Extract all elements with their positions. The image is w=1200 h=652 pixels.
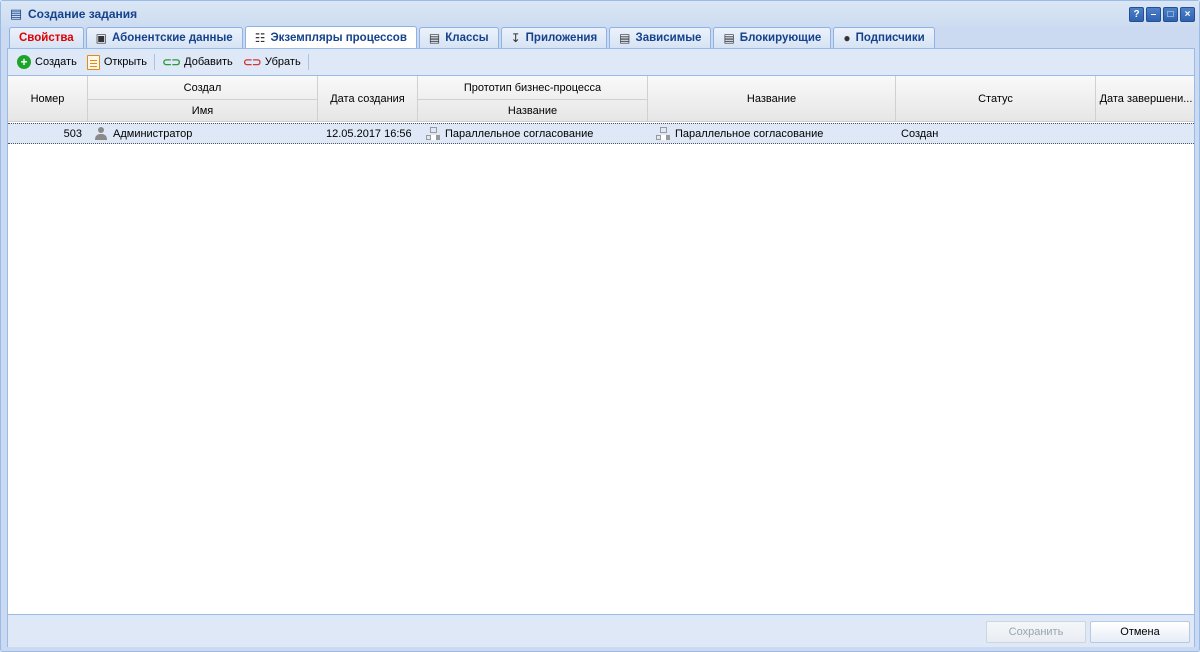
add-button[interactable]: ⊂⊃ Добавить (157, 52, 238, 73)
open-document-icon (86, 54, 100, 70)
remove-button[interactable]: ⊂⊃ Убрать (238, 52, 306, 73)
column-header-prototype-name[interactable]: Название (418, 99, 648, 122)
tab-attachments[interactable]: ↧ Приложения (500, 27, 608, 48)
toolbar-separator (307, 54, 309, 70)
toolbar-separator (154, 54, 156, 70)
prototype-name: Параллельное согласование (445, 127, 594, 140)
cell-prototype: Параллельное согласование (418, 124, 648, 143)
document-icon: ▤ (723, 31, 735, 45)
user-icon: ● (843, 31, 851, 45)
tab-label: Классы (445, 32, 489, 44)
tab-classes[interactable]: ▤ Классы (418, 27, 499, 48)
column-header-status[interactable]: Статус (896, 76, 1096, 122)
task-create-window: ▤ Создание задания ? – □ × Свойства ▣ Аб… (0, 0, 1200, 652)
cancel-button[interactable]: Отмена (1090, 621, 1190, 643)
column-header-author-name[interactable]: Имя (88, 99, 318, 122)
grid-header: Номер Создал Имя Дата создания Прототип … (8, 76, 1194, 122)
column-header-created-date[interactable]: Дата создания (318, 76, 418, 122)
tab-bar: Свойства ▣ Абонентские данные ☷ Экземпля… (7, 26, 1195, 49)
create-button[interactable]: + Создать (12, 52, 82, 73)
author-name: Администратор (113, 127, 193, 140)
tab-label: Подписчики (855, 32, 925, 44)
process-icon (426, 127, 439, 140)
column-header-end-date[interactable]: Дата завершени... (1096, 76, 1196, 122)
cell-created-date: 12.05.2017 16:56 (326, 127, 412, 140)
open-label: Открыть (103, 56, 148, 68)
process-icon (656, 127, 669, 140)
open-button[interactable]: Открыть (82, 52, 152, 73)
column-group-created-by: Создал (88, 76, 318, 99)
document-icon: ▤ (619, 31, 631, 45)
contact-card-icon: ▣ (95, 31, 108, 45)
cell-author: Администратор (88, 124, 318, 143)
window-title: Создание задания (28, 7, 138, 21)
cell-number: 503 (63, 127, 82, 140)
create-label: Создать (35, 56, 77, 68)
tab-label: Блокирующие (739, 32, 822, 44)
link-icon: ⊂⊃ (162, 55, 181, 69)
tab-label: Экземпляры процессов (270, 31, 407, 44)
window-titlebar[interactable]: ▤ Создание задания ? – □ × (1, 1, 1199, 27)
help-button[interactable]: ? (1129, 7, 1144, 22)
cell-end-date (1096, 124, 1196, 143)
document-icon: ▤ (428, 31, 441, 45)
tab-subscribers[interactable]: ● Подписчики (833, 27, 935, 48)
maximize-button[interactable]: □ (1163, 7, 1178, 22)
minimize-button[interactable]: – (1146, 7, 1161, 22)
plus-circle-icon: + (17, 55, 31, 69)
process-tree-icon: ☷ (254, 30, 266, 45)
unlink-icon: ⊂⊃ (242, 55, 262, 69)
save-button[interactable]: Сохранить (986, 621, 1086, 643)
tab-label: Приложения (525, 32, 598, 44)
tab-label: Абонентские данные (112, 32, 233, 44)
remove-label: Убрать (264, 56, 301, 68)
tab-process-instances[interactable]: ☷ Экземпляры процессов (244, 26, 417, 48)
document-icon: ▤ (9, 6, 23, 21)
dialog-footer: Сохранить Отмена (8, 614, 1194, 647)
column-header-name[interactable]: Название (648, 76, 896, 122)
user-icon (95, 127, 107, 140)
column-header-number[interactable]: Номер (8, 76, 88, 122)
tab-blocking[interactable]: ▤ Блокирующие (713, 27, 832, 48)
tab-label: Зависимые (635, 32, 702, 44)
tab-dependent[interactable]: ▤ Зависимые (609, 27, 712, 48)
cell-status: Создан (901, 127, 939, 140)
tab-label: Свойства (19, 32, 74, 44)
cell-name: Параллельное согласование (648, 124, 896, 143)
process-instances-panel: + Создать Открыть ⊂⊃ Добавить ⊂⊃ Убрать … (7, 49, 1195, 647)
table-row[interactable]: 503 Администратор 12.05.2017 16:56 Парал… (8, 123, 1194, 144)
tab-subscriber-data[interactable]: ▣ Абонентские данные (85, 27, 243, 48)
grid-toolbar: + Создать Открыть ⊂⊃ Добавить ⊂⊃ Убрать (8, 49, 1194, 76)
add-label: Добавить (184, 56, 233, 68)
process-name: Параллельное согласование (675, 127, 824, 140)
attachment-icon: ↧ (510, 31, 521, 45)
column-group-prototype: Прототип бизнес-процесса (418, 76, 648, 99)
window-tools: ? – □ × (1129, 7, 1195, 22)
close-button[interactable]: × (1180, 7, 1195, 22)
tab-properties[interactable]: Свойства (9, 27, 84, 48)
